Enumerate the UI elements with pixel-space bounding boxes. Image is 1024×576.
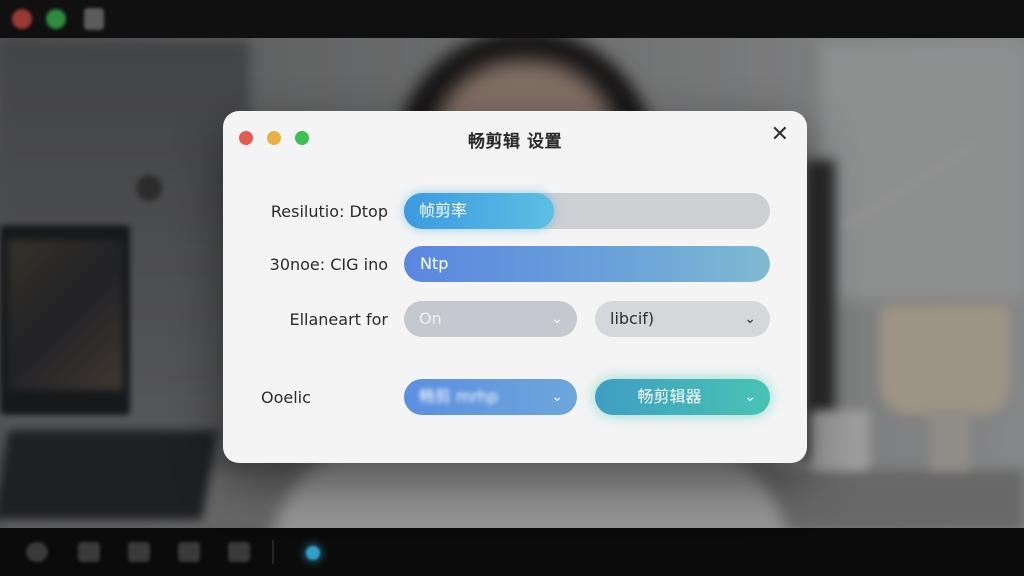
close-icon[interactable]: ✕ [771, 124, 789, 146]
row-label-enhancement: Ellaneart for [289, 310, 388, 329]
framerate-bar[interactable]: Ntp [404, 246, 770, 282]
active-indicator-icon[interactable] [306, 546, 320, 560]
camera-icon[interactable] [78, 542, 100, 562]
record-icon[interactable] [26, 542, 48, 562]
window-maximize-icon[interactable] [46, 9, 66, 29]
output-format-select[interactable]: 畅剪 mrhp ⌄ [404, 379, 577, 415]
previous-icon[interactable] [128, 542, 150, 562]
app-top-bar [0, 0, 1024, 38]
output-format-select-value: 畅剪 mrhp [419, 387, 499, 406]
row-label-resolution: Resilutio: Dtop [270, 202, 388, 221]
resolution-slider-fill[interactable]: 帧剪率 [404, 193, 555, 229]
row-label-framerate: 30noe: CIG ino [269, 255, 388, 274]
editor-select-button[interactable]: 畅剪辑器 ⌄ [595, 379, 770, 415]
chevron-down-icon: ⌄ [551, 389, 563, 405]
chevron-down-icon: ⌄ [744, 389, 756, 405]
chevron-down-icon: ⌄ [744, 311, 756, 327]
app-bottom-toolbar [0, 528, 1024, 576]
menu-icon[interactable] [84, 8, 104, 30]
chevron-down-icon: ⌄ [551, 311, 563, 327]
settings-dialog: 畅剪辑 设置 ✕ Resilutio: Dtop 帧剪率 30noe: CIG … [223, 111, 807, 463]
enhancement-select[interactable]: On ⌄ [404, 301, 577, 337]
enhancement-select-value: On [419, 309, 442, 328]
codec-select-value: libcif) [610, 309, 655, 328]
codec-select[interactable]: libcif) ⌄ [595, 301, 770, 337]
dialog-title: 畅剪辑 设置 [468, 132, 562, 152]
toolbar-divider [272, 540, 274, 564]
clipboard-icon[interactable] [228, 542, 250, 562]
row-label-output: Ooelic [261, 388, 311, 407]
editor-select-value: 畅剪辑器 [637, 387, 702, 406]
window-close-icon[interactable] [12, 9, 32, 29]
next-icon[interactable] [178, 542, 200, 562]
